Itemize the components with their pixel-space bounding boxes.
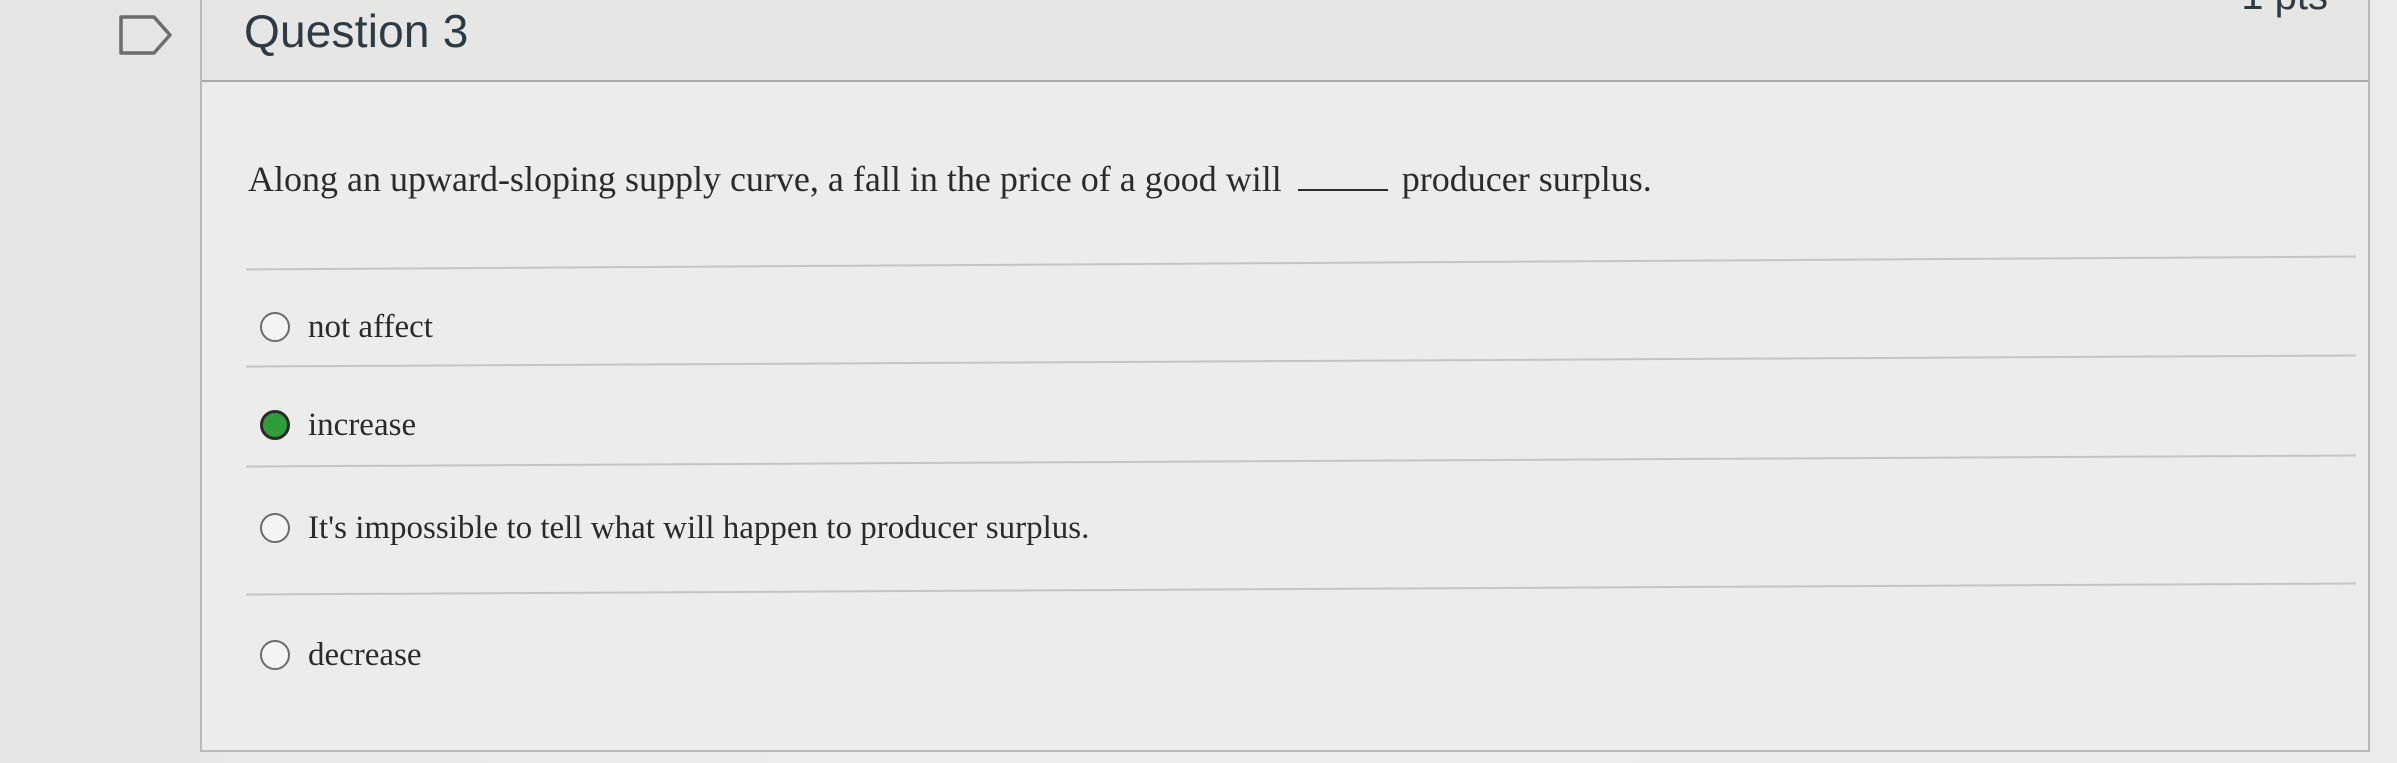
question-text-after: producer surplus. [1401, 159, 1652, 199]
divider [246, 582, 2356, 596]
radio-button[interactable] [260, 640, 290, 670]
fill-in-blank [1297, 161, 1388, 191]
answer-label: not affect [308, 308, 433, 345]
answer-label: increase [308, 406, 417, 443]
question-text: Along an upward-sloping supply curve, a … [248, 158, 1652, 200]
divider [246, 454, 2356, 468]
answer-option-impossible-to-tell[interactable]: It's impossible to tell what will happen… [260, 503, 1089, 553]
radio-button[interactable] [260, 513, 290, 543]
question-text-before: Along an upward-sloping supply curve, a … [248, 159, 1282, 199]
answer-option-not-affect[interactable]: not affect [260, 302, 433, 352]
flag-question-icon[interactable] [118, 14, 174, 56]
question-card: Question 3 1 pts Along an upward-sloping… [200, 0, 2370, 752]
answer-label: It's impossible to tell what will happen… [308, 509, 1090, 546]
answer-option-increase[interactable]: increase [260, 400, 416, 450]
answer-option-decrease[interactable]: decrease [260, 630, 422, 680]
divider [246, 255, 2356, 271]
radio-button[interactable] [260, 312, 290, 342]
divider [246, 354, 2356, 368]
question-points: 1 pts [2241, 0, 2328, 19]
radio-button-selected[interactable] [260, 410, 290, 440]
question-gutter [0, 0, 200, 763]
question-title: Question 3 [244, 5, 469, 57]
question-header: Question 3 1 pts [202, 0, 2368, 82]
answer-label: decrease [308, 636, 422, 673]
quiz-page: Question 3 1 pts Along an upward-sloping… [0, 0, 2397, 763]
